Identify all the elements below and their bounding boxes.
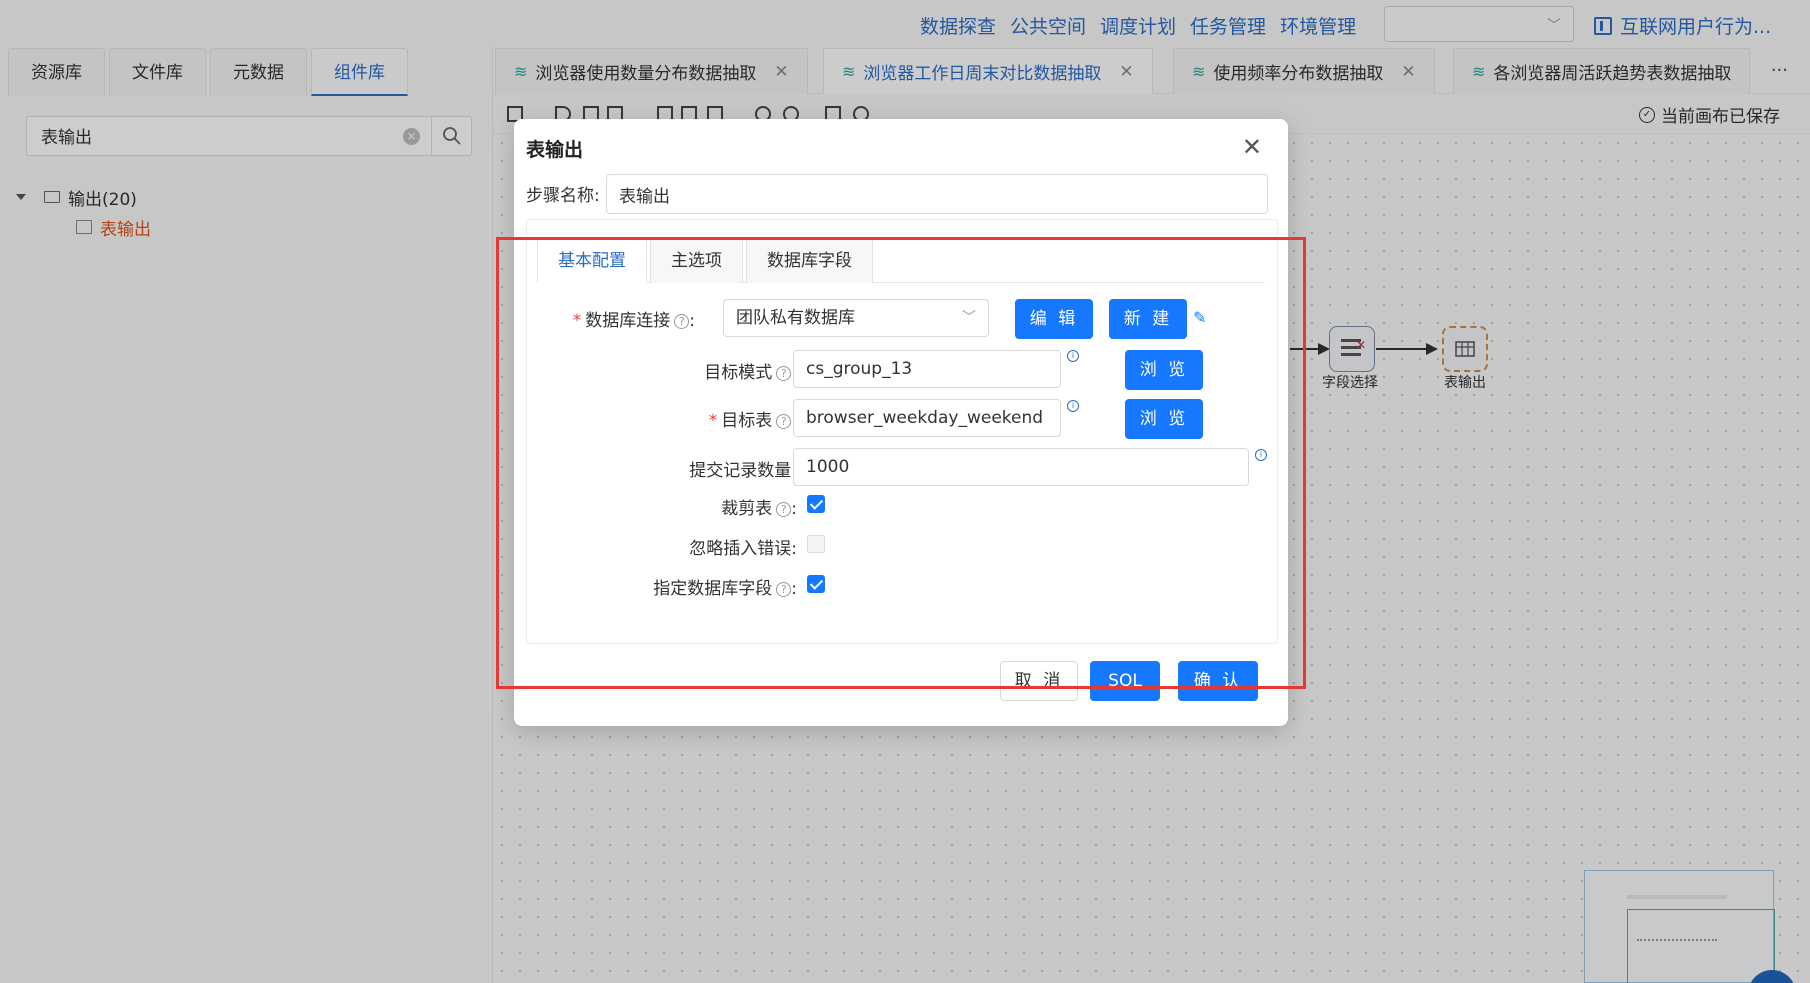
- close-icon[interactable]: ✕: [1242, 133, 1262, 161]
- step-name-label: 步骤名称:: [526, 186, 600, 206]
- step-name-input[interactable]: [606, 174, 1268, 214]
- highlight-box: [496, 237, 1306, 689]
- dialog-title: 表输出: [526, 139, 584, 161]
